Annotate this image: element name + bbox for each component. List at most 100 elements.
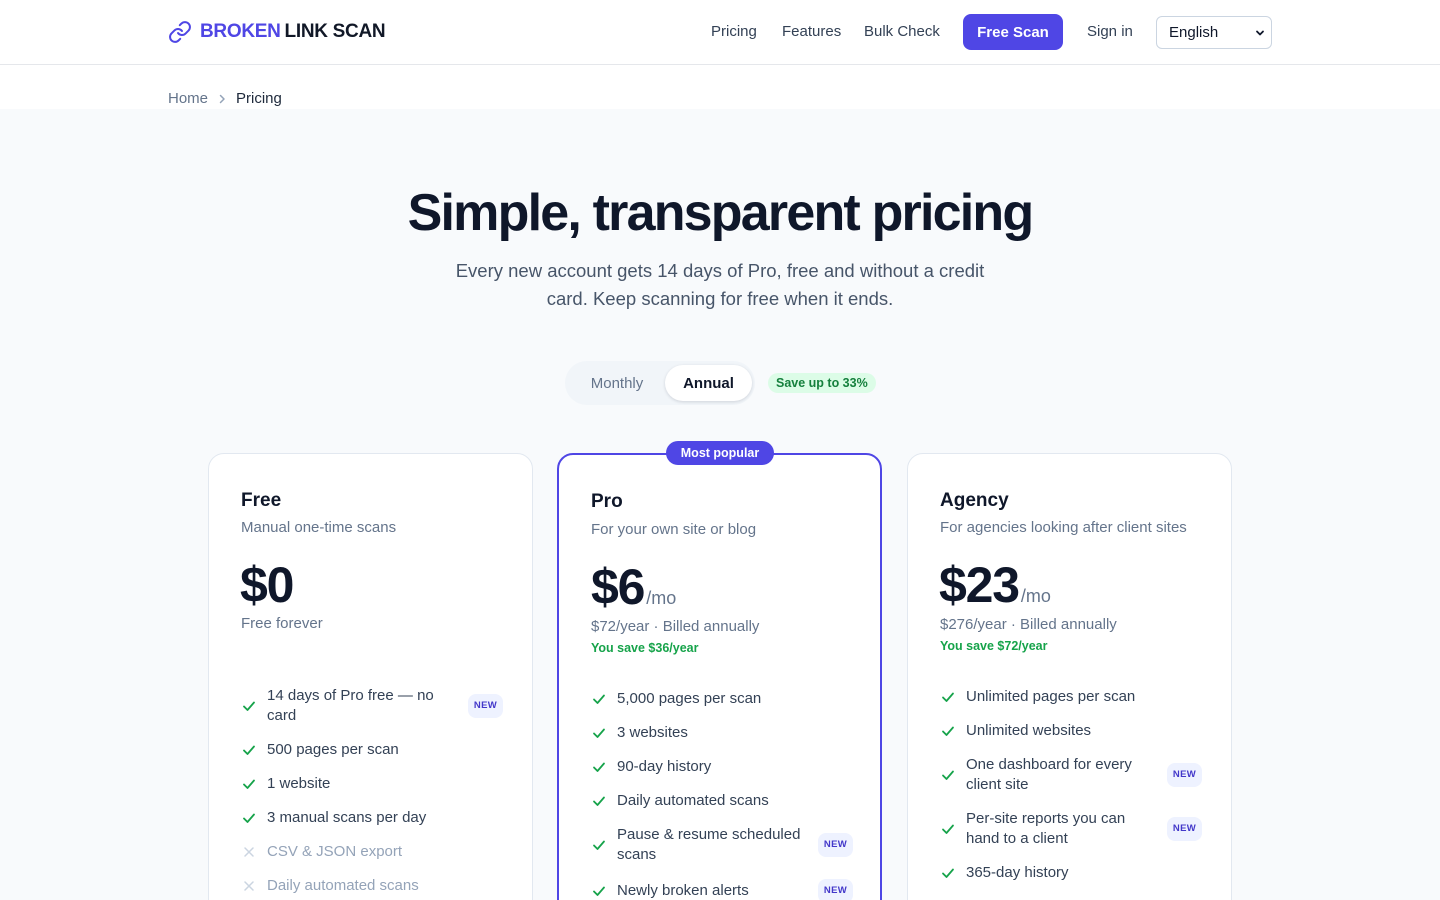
feature-text: 90-day history bbox=[617, 758, 712, 775]
check-icon bbox=[593, 694, 605, 704]
feature-item: Daily automated scans bbox=[591, 791, 853, 811]
plan-description: For your own site or blog bbox=[591, 521, 757, 538]
plan-card-agency: Agency For agencies looking after client… bbox=[907, 453, 1232, 900]
breadcrumb-current: Pricing bbox=[236, 90, 282, 107]
brand-name-part1: BROKEN bbox=[200, 21, 281, 42]
price-note: $72/year · Billed annually bbox=[591, 618, 760, 635]
most-popular-badge: Most popular bbox=[666, 441, 774, 465]
price-amount: $23 bbox=[939, 557, 1020, 613]
breadcrumb: Home Pricing bbox=[168, 90, 282, 107]
page-title: Simple, transparent pricing bbox=[407, 184, 1034, 242]
feature-text: One dashboard for every client site bbox=[966, 756, 1132, 793]
check-icon bbox=[942, 770, 954, 780]
feature-text: 365-day history bbox=[966, 864, 1069, 881]
new-badge: NEW bbox=[1166, 763, 1202, 787]
feature-text: Unlimited websites bbox=[966, 722, 1092, 739]
feature-item: Unlimited websites bbox=[940, 721, 1202, 741]
price-amount: $6 bbox=[591, 559, 645, 615]
new-badge: NEW bbox=[1166, 817, 1202, 841]
language-select-value: English bbox=[1169, 24, 1219, 41]
check-icon bbox=[593, 886, 605, 896]
x-icon bbox=[244, 881, 254, 891]
feature-text: 3 manual scans per day bbox=[267, 809, 427, 826]
check-icon bbox=[593, 728, 605, 738]
sign-in-link[interactable]: Sign in bbox=[1087, 14, 1133, 50]
price-savings: You save $72/year bbox=[940, 639, 1048, 653]
page-subtitle: Every new account gets 14 days of Pro, f… bbox=[455, 260, 985, 309]
plan-name: Pro bbox=[591, 491, 623, 512]
feature-text: Daily automated scans bbox=[267, 877, 419, 894]
price-note: $276/year · Billed annually bbox=[940, 616, 1117, 633]
check-icon bbox=[243, 779, 255, 789]
feature-item: Unlimited pages per scan bbox=[940, 687, 1202, 707]
brand-logo[interactable]: BROKEN LINK SCAN bbox=[168, 19, 386, 45]
feature-text: Pause & resume scheduled scans bbox=[617, 826, 801, 863]
feature-item: Pause & resume scheduled scans NEW bbox=[591, 825, 853, 865]
feature-item: One dashboard for every client site NEW bbox=[940, 755, 1202, 795]
plan-price: $0 bbox=[240, 555, 294, 615]
plan-card-pro: Pro For your own site or blog $6 /mo $72… bbox=[557, 453, 882, 900]
feature-item: Daily automated scans bbox=[241, 876, 503, 896]
plan-description: Manual one-time scans bbox=[241, 519, 397, 536]
site-header: BROKEN LINK SCAN Pricing Features Bulk C… bbox=[0, 0, 1440, 65]
nav-pricing-link[interactable]: Pricing bbox=[711, 14, 757, 50]
feature-list: 14 days of Pro free — no card NEW 500 page… bbox=[241, 686, 503, 900]
price-note: Free forever bbox=[241, 615, 323, 632]
feature-text: CSV & JSON export bbox=[267, 843, 403, 860]
feature-item: Newly broken alerts NEW bbox=[591, 879, 853, 900]
feature-text: 3 websites bbox=[617, 724, 688, 741]
plan-name: Agency bbox=[940, 490, 1009, 511]
free-scan-button[interactable]: Free Scan bbox=[963, 14, 1063, 50]
feature-item: 365-day history bbox=[940, 863, 1202, 883]
breadcrumb-home-link[interactable]: Home bbox=[168, 90, 208, 107]
plan-description: For agencies looking after client sites bbox=[940, 519, 1187, 536]
check-icon bbox=[593, 762, 605, 772]
feature-text: Newly broken alerts bbox=[617, 882, 749, 899]
check-icon bbox=[942, 726, 954, 736]
feature-item: 14 days of Pro free — no card NEW bbox=[241, 686, 503, 726]
feature-text: 14 days of Pro free — no card bbox=[267, 687, 434, 724]
billing-annual-option[interactable]: Annual bbox=[665, 365, 752, 401]
billing-monthly-option[interactable]: Monthly bbox=[569, 365, 665, 401]
plan-name: Free bbox=[241, 490, 282, 511]
savings-badge: Save up to 33% bbox=[768, 373, 876, 393]
feature-text: 500 pages per scan bbox=[267, 741, 399, 758]
check-icon bbox=[593, 796, 605, 806]
check-icon bbox=[243, 813, 255, 823]
new-badge: NEW bbox=[817, 879, 853, 900]
feature-item: 500 pages per scan bbox=[241, 740, 503, 760]
feature-item: 3 websites bbox=[591, 723, 853, 743]
new-badge: NEW bbox=[467, 694, 503, 718]
nav-bulk-check-link[interactable]: Bulk Check bbox=[864, 14, 940, 50]
feature-text: Per-site reports you can hand to a clien… bbox=[966, 810, 1126, 847]
check-icon bbox=[942, 868, 954, 878]
feature-text: Unlimited pages per scan bbox=[966, 688, 1136, 705]
feature-item: 3 manual scans per day bbox=[241, 808, 503, 828]
plan-card-free: Free Manual one-time scans $0 Free forev… bbox=[208, 453, 533, 900]
x-icon bbox=[244, 847, 254, 857]
brand-name-part2: LINK SCAN bbox=[284, 21, 386, 42]
feature-list: Unlimited pages per scan Unlimited websit… bbox=[940, 687, 1202, 897]
feature-text: 5,000 pages per scan bbox=[617, 690, 762, 707]
plan-price: $23 /mo bbox=[939, 555, 1051, 615]
feature-text: Daily automated scans bbox=[617, 792, 769, 809]
price-savings: You save $36/year bbox=[591, 641, 699, 655]
chevron-right-icon bbox=[219, 94, 225, 103]
price-unit: /mo bbox=[646, 588, 677, 608]
plan-price: $6 /mo bbox=[591, 557, 676, 617]
link-icon bbox=[169, 21, 191, 43]
price-amount: $0 bbox=[240, 557, 294, 613]
check-icon bbox=[942, 692, 954, 702]
billing-toggle: Monthly Annual bbox=[565, 361, 755, 405]
check-icon bbox=[243, 701, 255, 711]
check-icon bbox=[942, 824, 954, 834]
breadcrumb-band: Home Pricing bbox=[0, 65, 1440, 109]
price-unit: /mo bbox=[1020, 586, 1051, 606]
feature-text: 1 website bbox=[267, 775, 331, 792]
feature-item: 1 website bbox=[241, 774, 503, 794]
feature-list: 5,000 pages per scan 3 websites 90-day his… bbox=[591, 689, 853, 900]
language-select[interactable]: English bbox=[1156, 16, 1272, 49]
nav-features-link[interactable]: Features bbox=[782, 14, 841, 50]
check-icon bbox=[243, 745, 255, 755]
check-icon bbox=[593, 840, 605, 850]
